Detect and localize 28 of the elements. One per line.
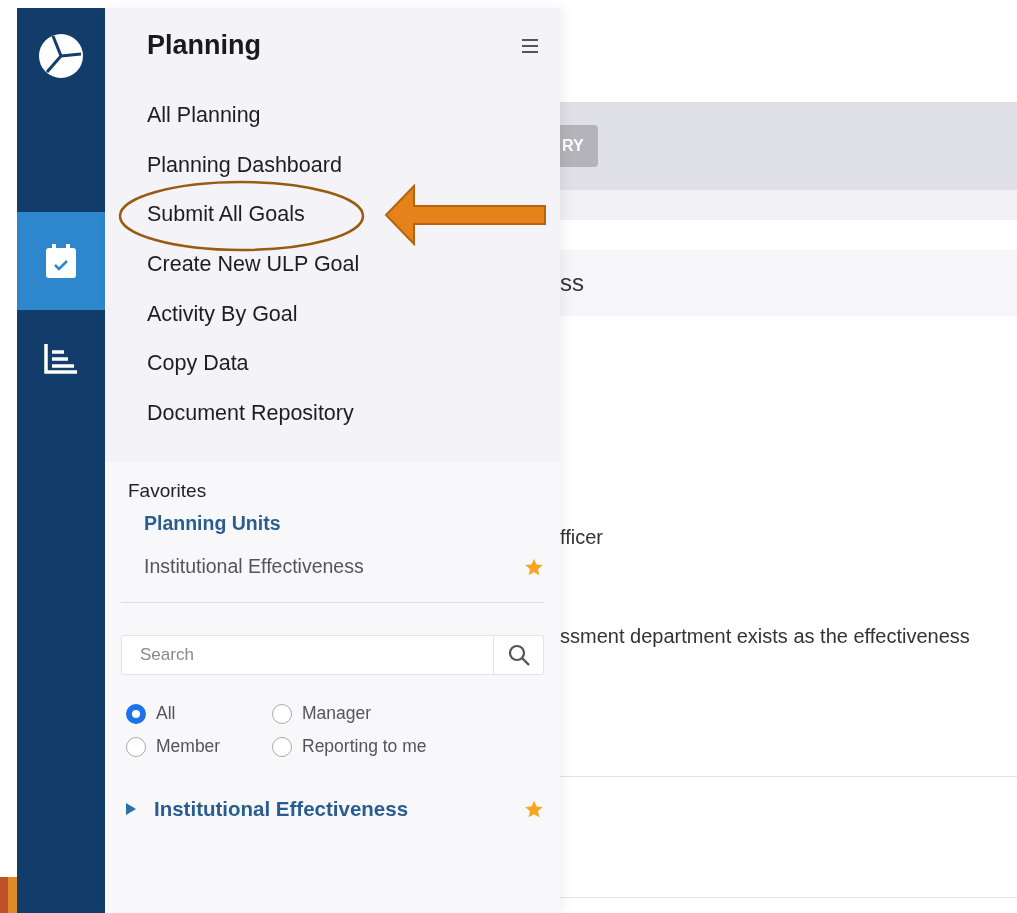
caret-icon[interactable] [126, 803, 136, 816]
calendar-icon [46, 244, 76, 278]
filter-radio[interactable]: Reporting to me [272, 736, 544, 758]
body-text: fficer [560, 526, 604, 549]
tree-item[interactable]: Institutional Effectiveness [154, 797, 524, 822]
favorite-link[interactable]: Planning Units [144, 512, 281, 536]
filter-radio[interactable]: All [126, 703, 272, 725]
body-text: ssment department exists as the effectiveness [560, 625, 971, 648]
menu-item[interactable]: Planning Dashboard [147, 140, 342, 191]
star-icon[interactable] [524, 799, 544, 820]
section-heading: ss [560, 269, 584, 297]
search-icon [506, 643, 531, 668]
background-strip [0, 877, 17, 913]
filter-radio[interactable]: Member [126, 736, 272, 758]
menu-item[interactable]: Copy Data [147, 338, 249, 389]
filter-radio[interactable]: Manager [272, 703, 544, 725]
panel-title: Planning [147, 30, 261, 61]
menu-item[interactable]: Activity By Goal [147, 289, 298, 339]
calendar-tab[interactable] [17, 212, 105, 310]
search-button[interactable] [494, 635, 544, 676]
favorite-link[interactable]: Institutional Effectiveness [144, 555, 364, 579]
chart-icon [44, 344, 78, 374]
menu-item[interactable]: Create New ULP Goal [147, 239, 360, 290]
menu-item[interactable]: Document Repository [147, 388, 354, 439]
search-field[interactable]: Search [121, 635, 494, 676]
arrow-icon [384, 184, 547, 246]
menu-item[interactable]: All Planning [147, 91, 261, 141]
favorites-title: Favorites [128, 480, 208, 503]
